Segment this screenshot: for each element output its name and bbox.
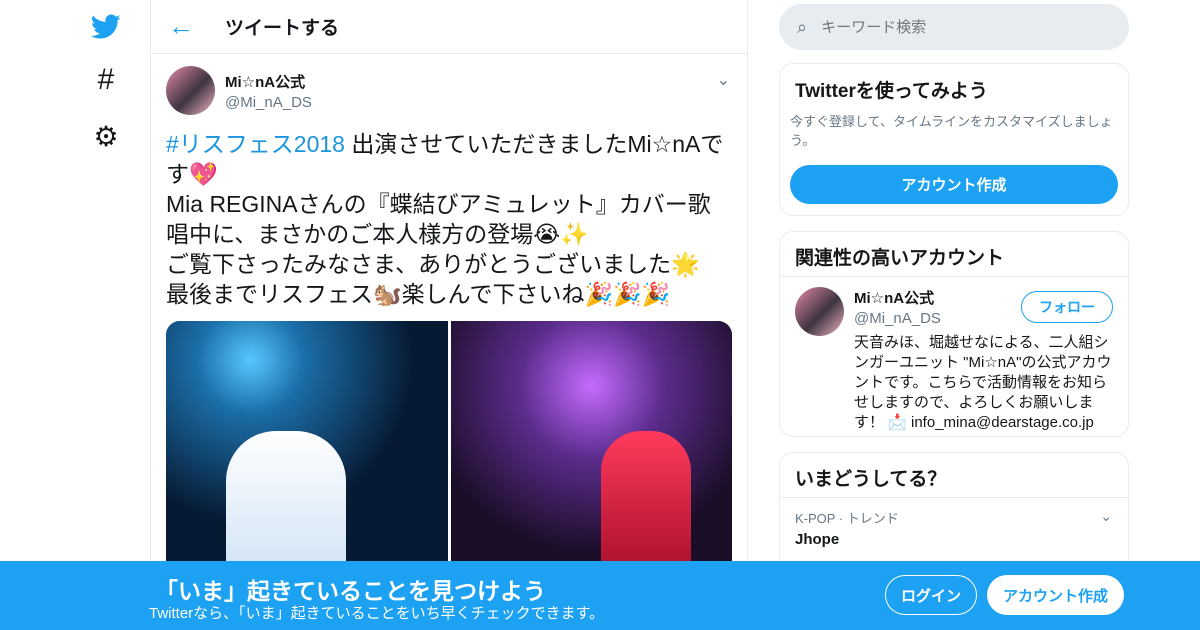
back-arrow-icon[interactable]: ← [151,11,211,42]
tweet-photo-1[interactable] [166,321,448,581]
login-button[interactable]: ログイン [885,575,977,615]
trend-name[interactable]: Jhope [795,531,1113,548]
banner-subtitle: Twitterなら、「いま」起きていることをいち早くチェックできます。 [149,605,605,622]
page-title: ツイートする [225,18,340,39]
related-account: Mi☆nA公式 @Mi_nA_DS 天音みほ、堀越せなによる、二人組シンガーユニ… [780,277,1128,443]
hashtag-icon[interactable]: # [88,62,124,98]
create-account-button[interactable]: アカウント作成 [790,165,1118,204]
related-accounts-title: 関連性の高いアカウント [780,232,1128,277]
tweet-text: #リスフェス2018 出演させていただきましたMi☆nAです💖 Mia REGI… [166,129,732,309]
banner-title: 「いま」起きていることを見つけよう [155,578,546,604]
tweet-photo-2[interactable] [450,321,732,581]
page-header: ← ツイートする [151,0,747,54]
left-nav: # ⚙ [0,0,150,630]
hashtag-link[interactable]: #リスフェス2018 [166,131,345,157]
bottom-banner: 「いま」起きていることを見つけよう Twitterなら、「いま」起きていることを… [0,561,1200,630]
signup-card-title: Twitterを使ってみよう [795,81,988,102]
main-column: ← ツイートする Mi☆nA公式 @Mi_nA_DS ⌄ #リスフェス2018 … [150,0,748,630]
search-input[interactable] [821,18,1072,36]
tweet-body: 出演させていただきましたMi☆nAです💖 Mia REGINAさんの『蝶結びアミ… [166,131,724,307]
trend-meta: K-POP · トレンド [795,511,899,526]
search-icon: ⌕ [797,16,808,37]
related-accounts-card: 関連性の高いアカウント Mi☆nA公式 @Mi_nA_DS 天音みほ、堀越せなに… [779,231,1129,437]
gear-icon[interactable]: ⚙ [88,118,124,154]
avatar[interactable] [795,287,844,336]
signup-card-desc: 今すぐ登録して、タイムラインをカスタマイズしましょう。 [790,114,1113,148]
follow-button[interactable]: フォロー [1021,291,1113,323]
related-account-bio: 天音みほ、堀越せなによる、二人組シンガーユニット "Mi☆nA"の公式アカウント… [854,334,1112,431]
author-name[interactable]: Mi☆nA公式 [225,71,312,92]
twitter-bird-icon[interactable] [88,9,124,45]
tweet: Mi☆nA公式 @Mi_nA_DS ⌄ #リスフェス2018 出演させていただき… [151,54,747,593]
trend-item[interactable]: K-POP · トレンド Jhope ⌄ [780,498,1128,558]
tweet-media [166,321,732,581]
search-box: ⌕ [779,4,1129,50]
avatar[interactable] [166,66,215,115]
chevron-down-icon[interactable]: ⌄ [717,70,730,90]
signup-card: Twitterを使ってみよう 今すぐ登録して、タイムラインをカスタマイズしましょ… [779,63,1129,216]
trends-title: いまどうしてる？ [780,453,1128,498]
banner-create-account-button[interactable]: アカウント作成 [987,575,1124,615]
chevron-down-icon[interactable]: ⌄ [1100,508,1112,525]
author-handle[interactable]: @Mi_nA_DS [225,94,312,111]
tweet-author: Mi☆nA公式 @Mi_nA_DS ⌄ [166,66,732,115]
